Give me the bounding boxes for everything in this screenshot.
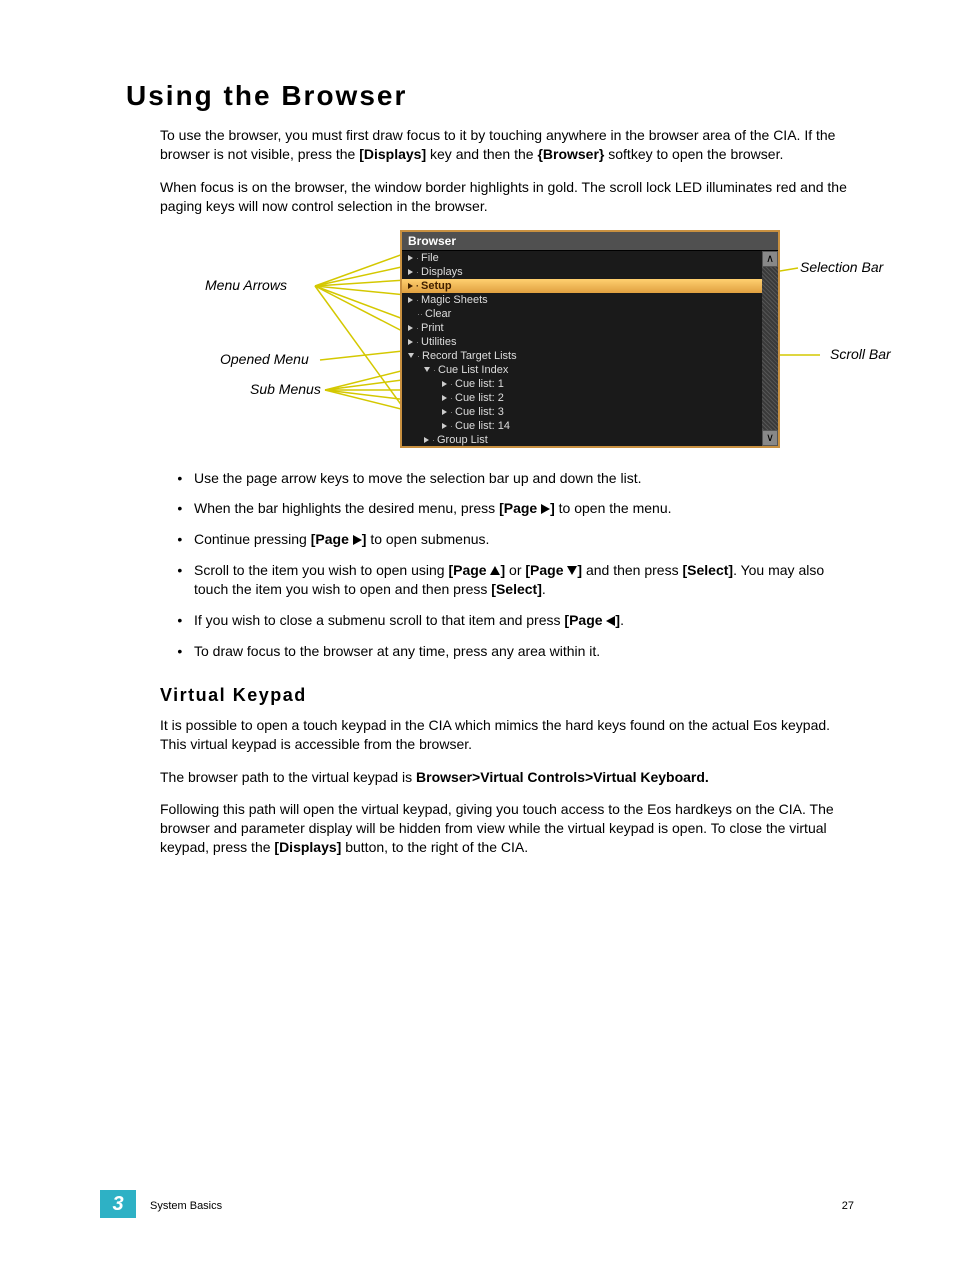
browser-item-group-list[interactable]: ·Group List <box>402 433 762 446</box>
triangle-right-icon <box>541 504 550 514</box>
instruction-4: Scroll to the item you wish to open usin… <box>190 561 854 599</box>
browser-list[interactable]: ·File ·Displays ·Setup ·Magic Sheets ··C… <box>402 251 762 446</box>
browser-item-setup[interactable]: ·Setup <box>402 279 762 293</box>
browser-item-cue-list-14[interactable]: ·Cue list: 14 <box>402 419 762 433</box>
browser-item-cue-list-2[interactable]: ·Cue list: 2 <box>402 391 762 405</box>
virtual-keypad-heading: Virtual Keypad <box>160 685 854 706</box>
browser-item-cue-list-1[interactable]: ·Cue list: 1 <box>402 377 762 391</box>
callout-selection-bar: Selection Bar <box>800 259 883 275</box>
scroll-up-button[interactable]: ∧ <box>762 251 778 267</box>
instruction-3: Continue pressing [Page ] to open submen… <box>190 530 854 549</box>
browser-item-displays[interactable]: ·Displays <box>402 265 762 279</box>
triangle-down-icon <box>567 566 577 575</box>
vk-paragraph-1: It is possible to open a touch keypad in… <box>160 716 854 754</box>
intro-paragraph-2: When focus is on the browser, the window… <box>160 178 854 216</box>
arrow-icon <box>442 395 447 401</box>
instruction-6: To draw focus to the browser at any time… <box>190 642 854 661</box>
browser-item-file[interactable]: ·File <box>402 251 762 265</box>
footer-page-number: 27 <box>842 1200 854 1212</box>
arrow-icon <box>408 297 413 303</box>
browser-figure: Menu Arrows Opened Menu Sub Menus Select… <box>100 230 820 455</box>
browser-item-record-target-lists[interactable]: ·Record Target Lists <box>402 349 762 363</box>
displays-key: [Displays] <box>359 146 426 162</box>
browser-item-print[interactable]: ·Print <box>402 321 762 335</box>
arrow-icon <box>408 255 413 261</box>
browser-item-magic-sheets[interactable]: ·Magic Sheets <box>402 293 762 307</box>
arrow-icon <box>442 381 447 387</box>
triangle-right-icon <box>353 535 362 545</box>
callout-sub-menus: Sub Menus <box>250 381 321 397</box>
scrollbar[interactable]: ∧ ∨ <box>762 251 778 446</box>
page-heading: Using the Browser <box>126 80 854 112</box>
arrow-icon <box>442 423 447 429</box>
chapter-number: 3 <box>100 1190 136 1218</box>
browser-item-utilities[interactable]: ·Utilities <box>402 335 762 349</box>
browser-item-cue-list-index[interactable]: ·Cue List Index <box>402 363 762 377</box>
instruction-list: Use the page arrow keys to move the sele… <box>190 469 854 661</box>
arrow-down-icon <box>424 367 430 372</box>
callout-scroll-bar: Scroll Bar <box>830 346 891 362</box>
browser-title: Browser <box>402 232 778 251</box>
arrow-icon <box>408 283 413 289</box>
vk-paragraph-2: The browser path to the virtual keypad i… <box>160 768 854 787</box>
arrow-icon <box>442 409 447 415</box>
instruction-2: When the bar highlights the desired menu… <box>190 499 854 518</box>
arrow-down-icon <box>408 353 414 358</box>
instruction-1: Use the page arrow keys to move the sele… <box>190 469 854 488</box>
footer-section: System Basics <box>150 1200 222 1212</box>
arrow-icon <box>408 339 413 345</box>
callout-opened-menu: Opened Menu <box>220 351 309 367</box>
arrow-icon <box>424 437 429 443</box>
browser-window: Browser ·File ·Displays ·Setup ·Magic Sh… <box>400 230 780 448</box>
arrow-icon <box>408 269 413 275</box>
callout-menu-arrows: Menu Arrows <box>205 277 287 293</box>
browser-item-clear[interactable]: ··Clear <box>402 307 762 321</box>
instruction-5: If you wish to close a submenu scroll to… <box>190 611 854 630</box>
scroll-down-button[interactable]: ∨ <box>762 430 778 446</box>
intro-paragraph-1: To use the browser, you must first draw … <box>160 126 854 164</box>
vk-paragraph-3: Following this path will open the virtua… <box>160 800 854 857</box>
triangle-up-icon <box>490 566 500 575</box>
text: softkey to open the browser. <box>604 146 783 162</box>
browser-item-cue-list-3[interactable]: ·Cue list: 3 <box>402 405 762 419</box>
text: key and then the <box>426 146 537 162</box>
browser-softkey: {Browser} <box>537 146 604 162</box>
arrow-icon <box>408 325 413 331</box>
